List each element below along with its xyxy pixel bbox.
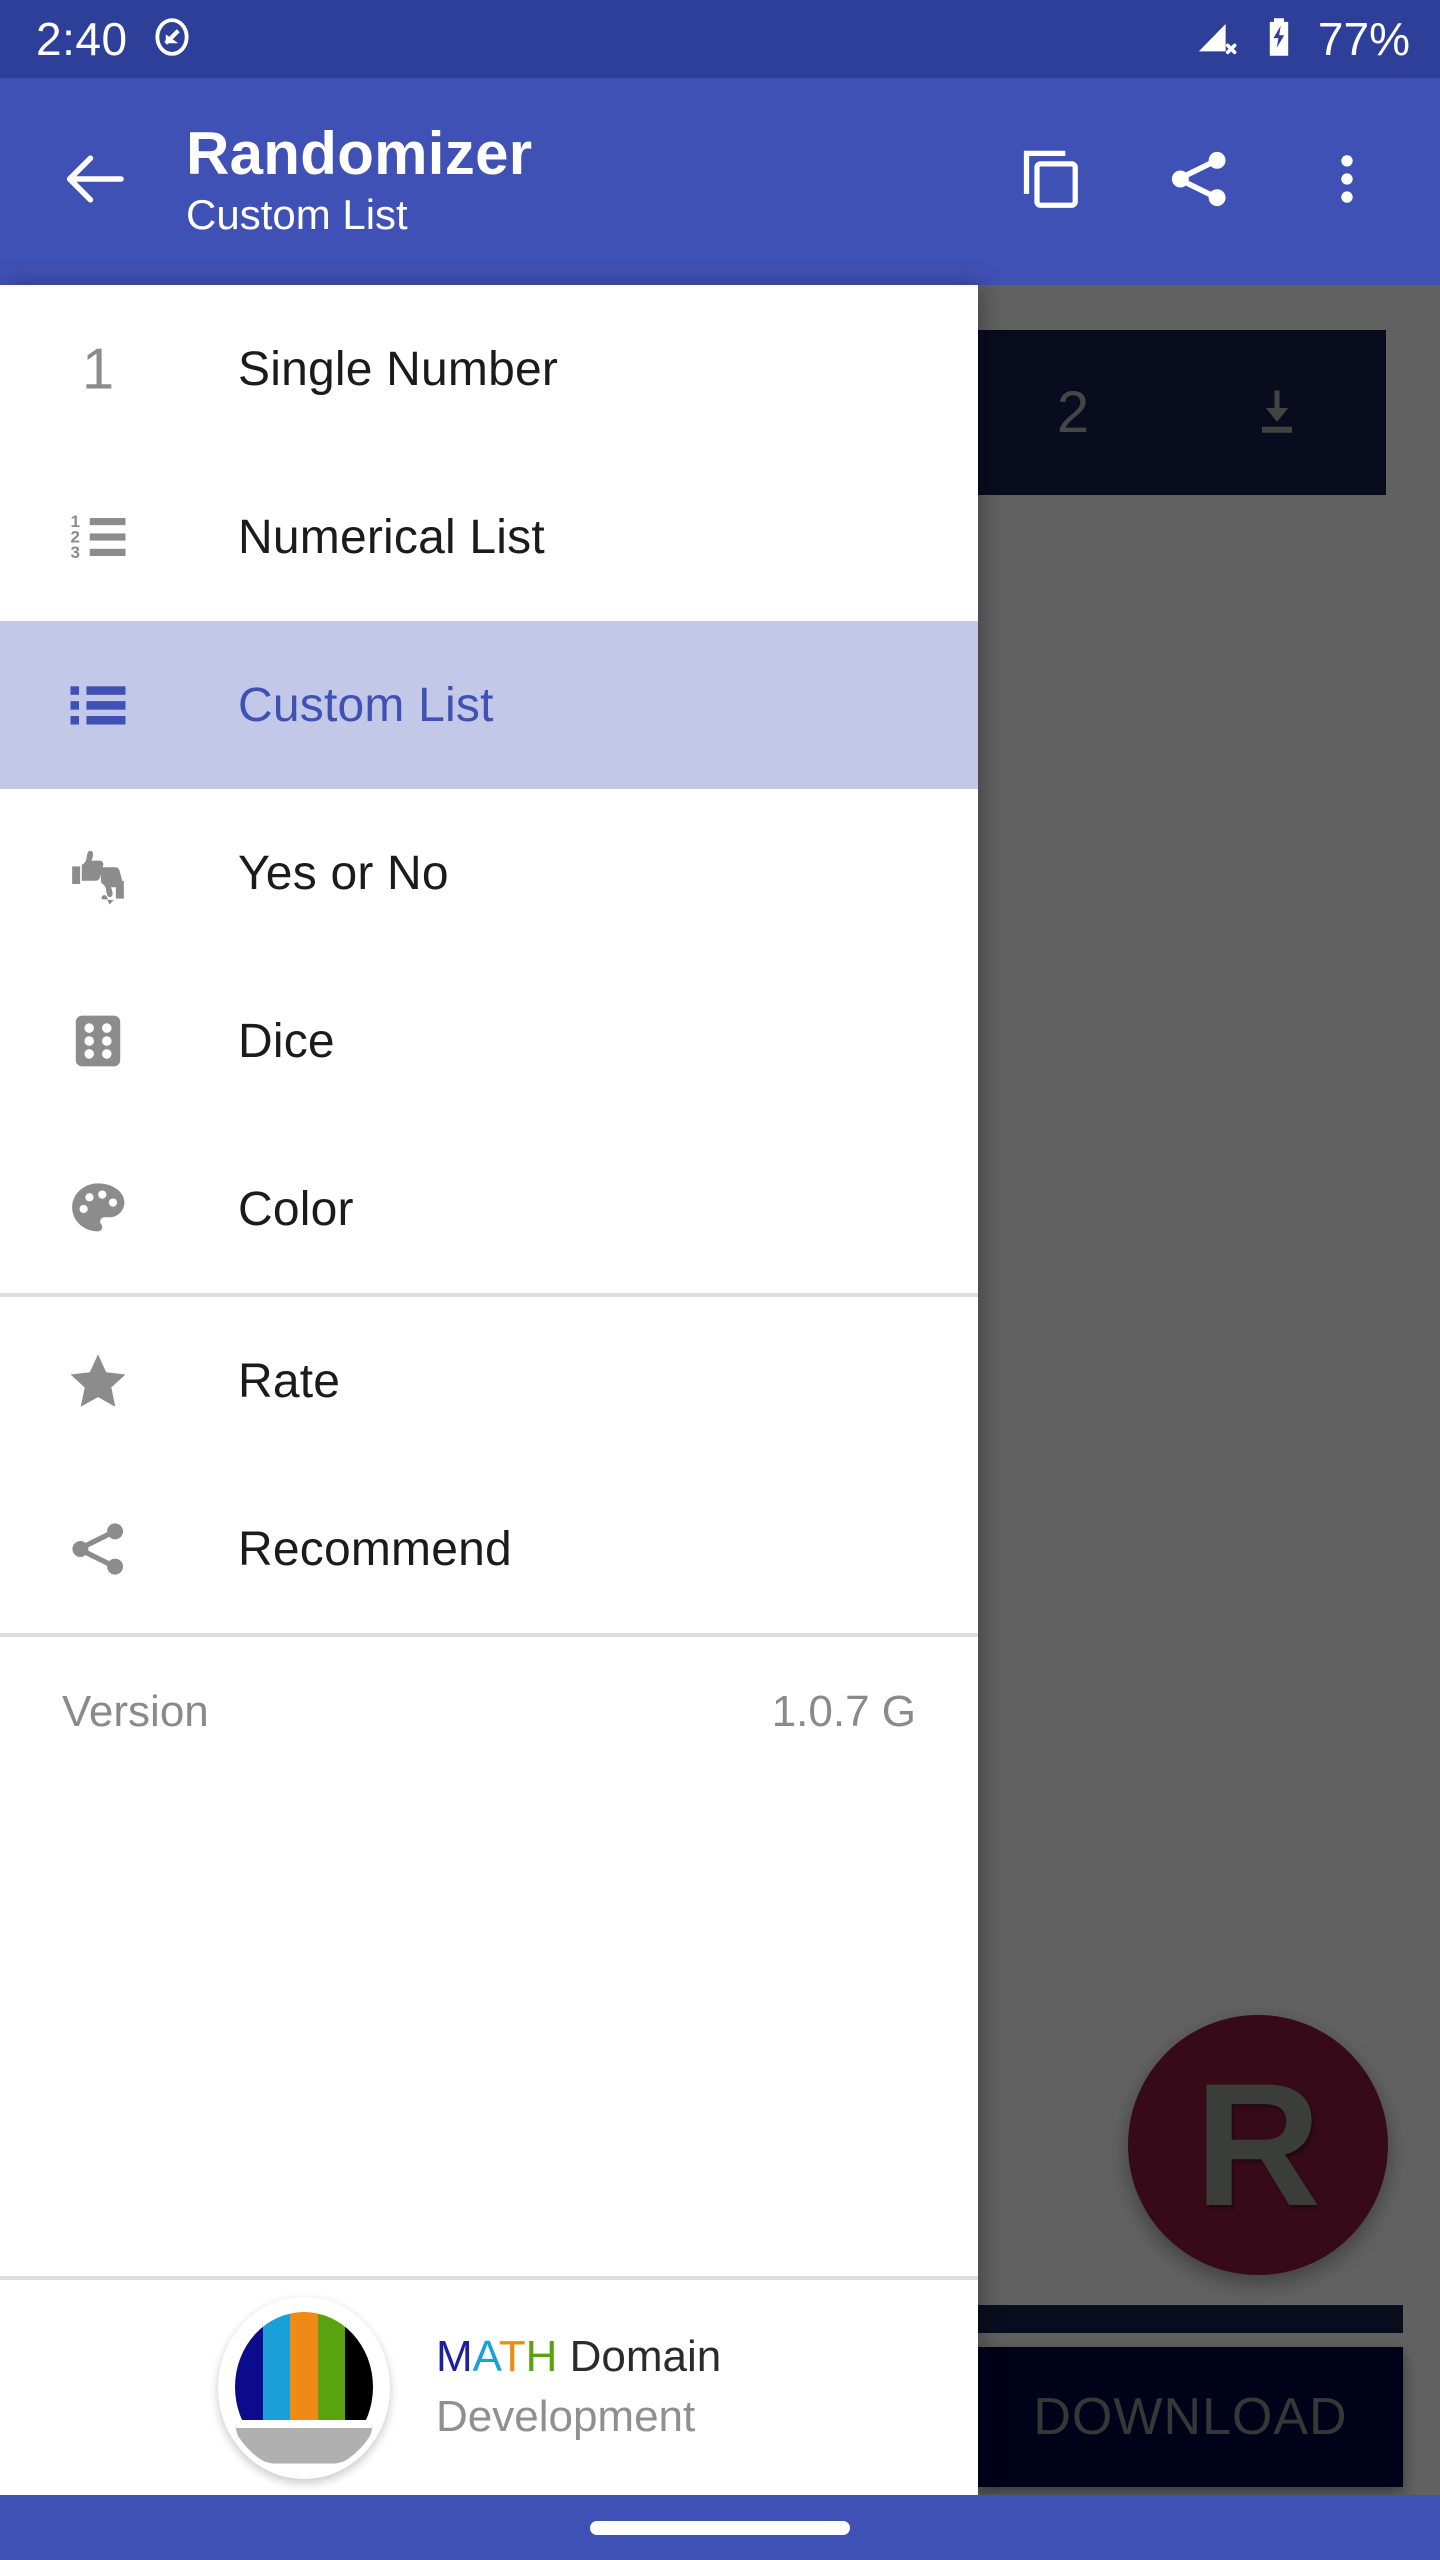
sidebar-item-rate[interactable]: Rate — [0, 1297, 978, 1465]
app-bar-actions — [1008, 139, 1404, 225]
version-row: Version 1.0.7 G — [0, 1637, 978, 1787]
status-bar-left: 2:40 — [36, 12, 194, 66]
drawer-spacer — [0, 1787, 978, 2276]
sidebar-item-single-number[interactable]: 1 Single Number — [0, 285, 978, 453]
overflow-menu-icon — [1316, 148, 1378, 215]
sidebar-item-numerical-list[interactable]: 1 2 3 Numerical List — [0, 453, 978, 621]
app-bar: Randomizer Custom List — [0, 78, 1440, 285]
arrow-back-icon — [56, 140, 134, 223]
dice-icon — [62, 1005, 134, 1077]
brand-letter-a: A — [472, 2332, 499, 2382]
sidebar-item-label: Recommend — [238, 1522, 512, 1576]
app-bar-titles: Randomizer Custom List — [186, 122, 532, 242]
brand-letter-m: M — [436, 2332, 473, 2382]
numbered-list-icon: 1 2 3 — [62, 501, 134, 573]
status-bar-right: 77% — [1194, 12, 1410, 66]
brand-tagline: Development — [436, 2392, 696, 2442]
version-value: 1.0.7 G — [771, 1687, 916, 1736]
overflow-menu-button[interactable] — [1304, 139, 1390, 225]
status-bar: 2:40 77% — [0, 0, 1440, 78]
bulleted-list-icon — [62, 669, 134, 741]
share-icon — [1164, 144, 1234, 219]
sidebar-item-dice[interactable]: Dice — [0, 957, 978, 1125]
sidebar-item-color[interactable]: Color — [0, 1125, 978, 1293]
number-one-icon: 1 — [62, 333, 134, 405]
svg-text:3: 3 — [71, 543, 80, 562]
thumbs-up-down-icon — [62, 837, 134, 909]
brand-footer[interactable]: MATH Domain Development — [0, 2280, 978, 2495]
copy-button[interactable] — [1008, 139, 1094, 225]
back-button[interactable] — [52, 139, 138, 225]
share-icon — [62, 1513, 134, 1585]
sidebar-item-label: Rate — [238, 1354, 341, 1408]
home-gesture-pill[interactable] — [590, 2520, 850, 2535]
svg-text:1: 1 — [82, 337, 114, 401]
math-domain-logo-icon — [218, 2296, 390, 2479]
do-not-disturb-icon — [150, 15, 194, 64]
brand-name: MATH Domain — [436, 2329, 721, 2384]
brand-letter-h: H — [525, 2332, 558, 2382]
share-button[interactable] — [1156, 139, 1242, 225]
sidebar-item-custom-list[interactable]: Custom List — [0, 621, 978, 789]
sidebar-item-label: Dice — [238, 1014, 335, 1068]
sidebar-item-recommend[interactable]: Recommend — [0, 1465, 978, 1633]
star-icon — [62, 1345, 134, 1417]
battery-percentage: 77% — [1317, 13, 1410, 65]
status-clock: 2:40 — [36, 13, 128, 65]
sidebar-item-yes-or-no[interactable]: Yes or No — [0, 789, 978, 957]
version-label: Version — [62, 1687, 209, 1736]
navigation-drawer: 1 Single Number 1 2 3 Numerical List Cus… — [0, 285, 978, 2495]
battery-charging-icon — [1256, 14, 1302, 65]
page-subtitle: Custom List — [186, 190, 408, 238]
system-navigation-bar — [0, 2495, 1440, 2560]
sidebar-item-label: Custom List — [238, 678, 494, 732]
signal-no-sim-icon — [1194, 14, 1240, 65]
sidebar-item-label: Color — [238, 1182, 354, 1236]
brand-suffix: Domain — [557, 2332, 722, 2382]
palette-icon — [62, 1173, 134, 1245]
sidebar-item-label: Single Number — [238, 342, 559, 396]
sidebar-item-label: Yes or No — [238, 846, 449, 900]
brand-text: MATH Domain Development — [436, 2329, 721, 2445]
phone-screen: 2 R DOWNLOAD 2:40 — [0, 0, 1440, 2560]
brand-letter-t: T — [498, 2332, 526, 2382]
sidebar-item-label: Numerical List — [238, 510, 545, 564]
copy-icon — [1016, 144, 1086, 219]
page-title: Randomizer — [186, 119, 533, 187]
